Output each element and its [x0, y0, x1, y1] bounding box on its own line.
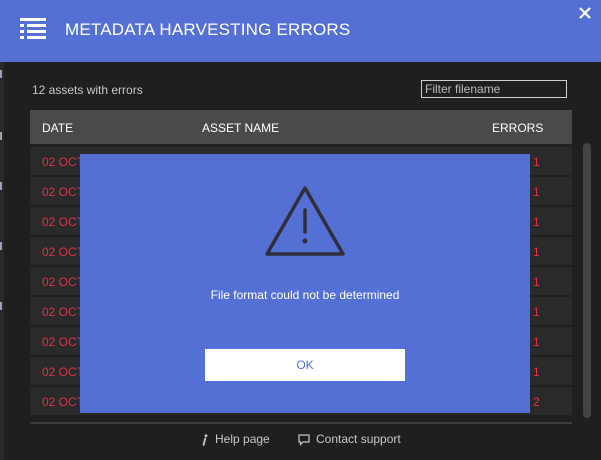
row-date: 02 OCT	[42, 215, 85, 229]
list-menu-icon	[20, 18, 46, 39]
ok-button[interactable]: OK	[205, 349, 405, 381]
row-errors: 1	[533, 335, 540, 349]
column-header-date[interactable]: DATE	[42, 121, 73, 135]
row-date: 02 OCT	[42, 155, 85, 169]
row-errors: 1	[533, 305, 540, 319]
row-date: 02 OCT	[42, 365, 85, 379]
modal-header: METADATA HARVESTING ERRORS	[0, 0, 601, 62]
info-icon	[202, 434, 208, 446]
row-date: 02 OCT	[42, 275, 85, 289]
help-page-link[interactable]: Help page	[201, 432, 270, 446]
row-date: 02 OCT	[42, 245, 85, 259]
table-bottom-divider	[30, 422, 572, 424]
row-date: 02 OCT	[42, 395, 85, 409]
row-errors: 2	[533, 395, 540, 409]
table-scrollbar[interactable]	[583, 143, 591, 418]
column-header-errors[interactable]: ERRORS	[492, 121, 543, 135]
row-errors: 1	[533, 275, 540, 289]
background-app-strip	[0, 62, 4, 460]
column-header-asset-name[interactable]: ASSET NAME	[202, 121, 279, 135]
chat-bubble-icon	[298, 434, 310, 446]
dialog-message: File format could not be determined	[210, 288, 400, 302]
error-dialog: File format could not be determined OK	[80, 154, 530, 413]
asset-count-label: 12 assets with errors	[32, 83, 143, 97]
row-errors: 1	[533, 365, 540, 379]
help-page-label: Help page	[215, 432, 270, 446]
warning-icon	[265, 186, 345, 256]
row-date: 02 OCT	[42, 335, 85, 349]
contact-support-label: Contact support	[316, 432, 401, 446]
row-date: 02 OCT	[42, 185, 85, 199]
contact-support-link[interactable]: Contact support	[298, 432, 401, 446]
filter-filename-input[interactable]	[421, 80, 567, 98]
modal-title: METADATA HARVESTING ERRORS	[65, 20, 351, 39]
table-header: DATE ASSET NAME ERRORS	[30, 110, 572, 144]
row-date: 02 OCT	[42, 305, 85, 319]
row-errors: 1	[533, 245, 540, 259]
row-errors: 1	[533, 155, 540, 169]
row-errors: 1	[533, 185, 540, 199]
close-icon[interactable]	[578, 6, 592, 20]
row-errors: 1	[533, 215, 540, 229]
